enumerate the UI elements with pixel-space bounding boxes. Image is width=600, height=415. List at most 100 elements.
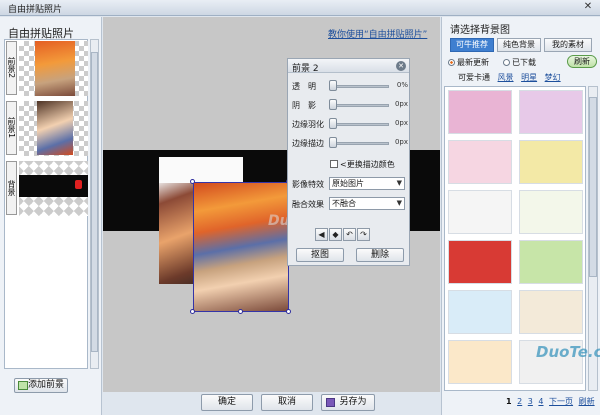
- tab-solid-color[interactable]: 纯色背景: [497, 38, 541, 52]
- shadow-slider-row: 阴 影 0px: [292, 98, 408, 112]
- background-thumbnail[interactable]: [448, 140, 512, 184]
- background-thumbnail[interactable]: [448, 190, 512, 234]
- category-scenery[interactable]: 风景: [498, 73, 514, 82]
- layers-panel: 自由拼贴照片 前景2 前景1 背景 添加前景: [0, 17, 102, 415]
- stroke-color-picker[interactable]: <更换描边颜色: [330, 159, 395, 170]
- scrollbar-thumb[interactable]: [91, 52, 98, 352]
- rotate-left-icon[interactable]: ↶: [343, 228, 356, 241]
- background-thumbnail[interactable]: [519, 140, 583, 184]
- slider-value: 0px: [394, 138, 408, 146]
- resize-handle[interactable]: [286, 309, 291, 314]
- blend-value: 不融合: [332, 199, 356, 208]
- pagination: 1 2 3 4 下一页 刷新: [506, 396, 598, 407]
- resize-handle[interactable]: [238, 309, 243, 314]
- page-link[interactable]: 4: [538, 397, 543, 406]
- layer-tag: 前景1: [6, 101, 17, 155]
- crop-button[interactable]: 抠图: [296, 248, 344, 262]
- window-titlebar: 自由拼贴照片 ✕: [0, 0, 600, 16]
- background-thumbnail[interactable]: [519, 190, 583, 234]
- slider-track[interactable]: [329, 104, 389, 107]
- slider-knob[interactable]: [329, 118, 337, 129]
- layer-thumbnail: [19, 161, 88, 216]
- resize-handle[interactable]: [190, 309, 195, 314]
- radio-downloaded[interactable]: 已下载: [503, 57, 536, 68]
- slider-track[interactable]: [329, 142, 389, 145]
- window-title: 自由拼贴照片: [8, 5, 63, 15]
- category-stars[interactable]: 明星: [521, 73, 537, 82]
- layer-properties-panel: 前景 2 ✕ 透 明 0% 阴 影 0px 边缘羽化 0px 边缘描边 0px: [287, 58, 410, 266]
- feather-slider-row: 边缘羽化 0px: [292, 117, 408, 131]
- category-cartoon[interactable]: 可爱卡通: [458, 73, 490, 82]
- background-picker-panel: 请选择背景图 可牛推荐 纯色背景 我的素材 最新更新 已下载 刷新 可爱卡通 风…: [441, 17, 600, 415]
- page-link[interactable]: 1: [506, 397, 512, 406]
- blend-select[interactable]: 不融合 ▼: [329, 197, 405, 210]
- effect-select[interactable]: 原始图片 ▼: [329, 177, 405, 190]
- radio-latest[interactable]: 最新更新: [448, 57, 489, 68]
- close-icon[interactable]: ✕: [396, 61, 406, 71]
- add-foreground-label: 添加前景: [27, 380, 64, 390]
- resize-handle[interactable]: [190, 179, 195, 184]
- layer-tag: 背景: [6, 161, 17, 215]
- layer-list: 前景2 前景1 背景: [4, 39, 88, 369]
- help-link[interactable]: 教你使用“自由拼贴照片”: [328, 27, 427, 40]
- layer-order-icon[interactable]: ◆: [329, 228, 342, 241]
- page-link[interactable]: 3: [528, 397, 533, 406]
- category-links: 可爱卡通 风景 明星 梦幻: [458, 72, 566, 83]
- background-thumbnail[interactable]: [448, 340, 512, 384]
- slider-label: 阴 影: [292, 101, 316, 110]
- refresh-button[interactable]: 刷新: [567, 55, 597, 68]
- effect-label: 影像特效: [292, 180, 324, 189]
- category-fantasy[interactable]: 梦幻: [545, 73, 561, 82]
- slider-knob[interactable]: [329, 137, 337, 148]
- scrollbar-thumb[interactable]: [589, 97, 597, 277]
- layer-item-foreground-2[interactable]: 前景2: [5, 40, 89, 98]
- cancel-button[interactable]: 取消: [261, 394, 313, 411]
- save-as-button[interactable]: 另存为: [321, 394, 375, 411]
- rotate-right-icon[interactable]: ↷: [357, 228, 370, 241]
- canvas-area[interactable]: 教你使用“自由拼贴照片” DuoTe.com 前景 2 ✕ 透 明 0% 阴 影…: [103, 17, 440, 392]
- radio-dot: [503, 59, 510, 66]
- slider-knob[interactable]: [329, 80, 337, 91]
- slider-knob[interactable]: [329, 99, 337, 110]
- save-as-label: 另存为: [339, 397, 367, 407]
- background-thumbnail[interactable]: [448, 240, 512, 284]
- background-thumbnail[interactable]: [519, 240, 583, 284]
- slider-value: 0%: [396, 81, 408, 89]
- background-thumbnail[interactable]: [519, 90, 583, 134]
- next-page-link[interactable]: 下一页: [549, 397, 573, 406]
- delete-button[interactable]: 删除: [356, 248, 404, 262]
- slider-track[interactable]: [329, 123, 389, 126]
- chevron-down-icon: ▼: [396, 199, 402, 207]
- flip-icon[interactable]: ◀: [315, 228, 328, 241]
- save-icon: [326, 398, 335, 407]
- layer-tag: 前景2: [6, 41, 17, 95]
- transform-toolbar: ◀ ◆ ↶ ↷: [315, 228, 371, 242]
- layer-item-background[interactable]: 背景: [5, 160, 89, 218]
- blend-row: 融合效果 不融合 ▼: [292, 197, 408, 211]
- layer-item-foreground-1[interactable]: 前景1: [5, 100, 89, 158]
- slider-value: 0px: [394, 119, 408, 127]
- color-swatch[interactable]: [330, 160, 338, 168]
- chevron-down-icon: ▼: [396, 179, 402, 187]
- slider-label: 边缘羽化: [292, 120, 324, 129]
- page-link[interactable]: 2: [517, 397, 522, 406]
- stroke-slider-row: 边缘描边 0px: [292, 136, 408, 150]
- layer-list-scrollbar[interactable]: [90, 39, 99, 369]
- background-thumbnail[interactable]: [448, 290, 512, 334]
- radio-label: 已下载: [512, 58, 536, 67]
- pager-refresh-link[interactable]: 刷新: [579, 397, 595, 406]
- slider-label: 边缘描边: [292, 139, 324, 148]
- background-heading: 请选择背景图: [450, 25, 510, 36]
- tab-recommended[interactable]: 可牛推荐: [450, 38, 494, 52]
- slider-track[interactable]: [329, 85, 389, 88]
- add-image-icon: [18, 381, 28, 390]
- close-icon[interactable]: ✕: [580, 1, 596, 14]
- ok-button[interactable]: 确定: [201, 394, 253, 411]
- radio-label: 最新更新: [457, 58, 489, 67]
- background-thumbnail[interactable]: [448, 90, 512, 134]
- add-foreground-button[interactable]: 添加前景: [14, 378, 68, 393]
- background-thumbnail[interactable]: [519, 290, 583, 334]
- panel-titlebar[interactable]: 前景 2 ✕: [288, 59, 409, 74]
- foreground-2-photo[interactable]: [193, 182, 289, 312]
- tab-my-materials[interactable]: 我的素材: [544, 38, 592, 52]
